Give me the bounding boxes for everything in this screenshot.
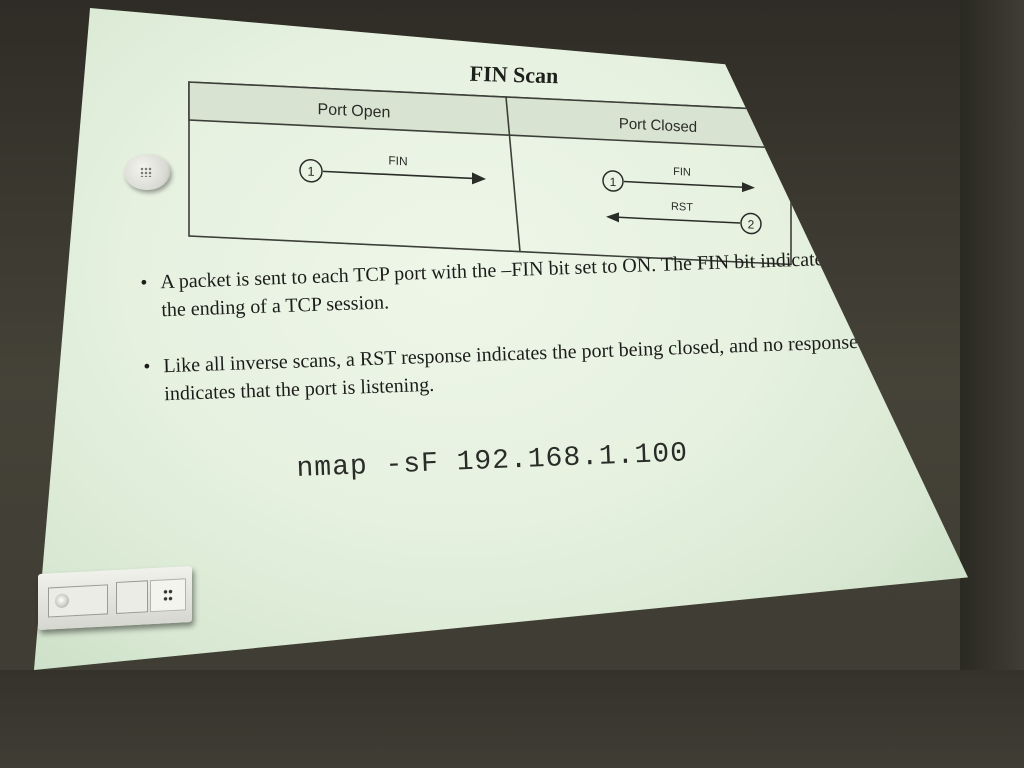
rst-arrow-head	[606, 212, 619, 223]
bullet-item: • A packet is sent to each TCP port with…	[140, 245, 862, 326]
nmap-command: nmap -sF 192.168.1.100	[296, 438, 689, 485]
light-switch	[116, 580, 148, 614]
right-step2-number: 2	[748, 217, 755, 231]
bullet-item: • Like all inverse scans, a RST response…	[143, 329, 865, 410]
bullet-dot: •	[143, 355, 151, 378]
slide-title: FIN Scan	[469, 60, 559, 89]
fin-arrow-right-head	[742, 182, 755, 193]
switchboard	[38, 565, 192, 631]
bullet-dot: •	[140, 271, 148, 294]
rst-label: RST	[671, 201, 693, 214]
right-fin-label: FIN	[673, 166, 691, 179]
fin-arrow-left-head	[472, 172, 486, 185]
right-header: Port Closed	[619, 115, 697, 136]
left-fin-label: FIN	[388, 153, 407, 168]
left-step-number: 1	[307, 164, 314, 179]
fin-arrow-right-line	[624, 180, 746, 189]
left-header: Port Open	[318, 101, 391, 121]
side-wall	[960, 0, 1024, 768]
bullet-text: A packet is sent to each TCP port with t…	[160, 247, 832, 322]
lower-wall	[0, 670, 1024, 768]
bullet-list: • A packet is sent to each TCP port with…	[140, 245, 865, 438]
fin-arrow-left-line	[323, 170, 476, 180]
power-socket	[150, 578, 186, 613]
room-wall: FIN Scan Port Open Port Closed 1 FIN 1 F…	[0, 0, 1024, 768]
right-step1-number: 1	[610, 175, 617, 189]
diagram-header-row	[188, 81, 792, 150]
speaker-icon	[124, 154, 170, 190]
bullet-text: Like all inverse scans, a RST response i…	[162, 330, 859, 406]
rst-arrow-line	[616, 216, 740, 224]
fin-scan-diagram: Port Open Port Closed 1 FIN 1 FIN 2 RST	[188, 81, 792, 266]
switch-plate	[48, 584, 108, 618]
